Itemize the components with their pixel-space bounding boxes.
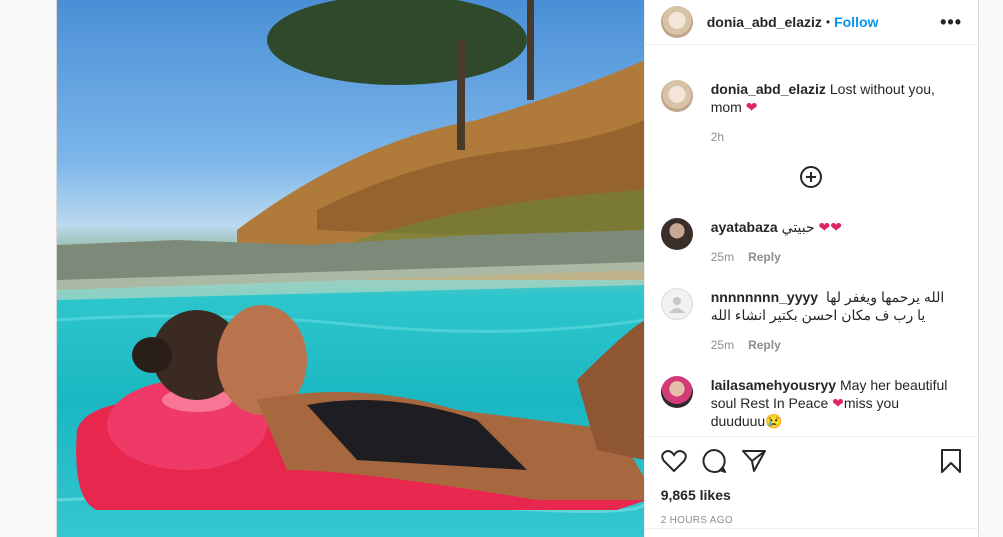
comment-username[interactable]: nnnnnnnn_yyyy (711, 289, 818, 305)
caption-avatar[interactable] (660, 80, 693, 112)
caption-body: donia_abd_elaziz Lost without you, mom ❤ … (711, 80, 951, 146)
post-card: donia_abd_elaziz • Follow ••• donia_abd_… (56, 0, 979, 537)
heart-emoji: ❤ (745, 99, 758, 115)
commenter-avatar[interactable] (660, 218, 693, 250)
comment-body: ayatabaza حبيتي ❤❤ 25m Reply (711, 218, 951, 266)
comments-list: donia_abd_elaziz Lost without you, mom ❤ … (645, 58, 978, 436)
comment-icon[interactable] (701, 448, 727, 474)
commenter-avatar[interactable] (660, 376, 693, 408)
post-photo[interactable] (57, 0, 644, 537)
comment-item: ayatabaza حبيتي ❤❤ 25m Reply (660, 218, 962, 266)
photo-illustration (57, 0, 644, 513)
comment-item: lailasamehyousryy May her beautiful soul … (660, 376, 962, 430)
share-icon[interactable] (741, 449, 767, 473)
post-actions: 9,865 likes 2 HOURS AGO (644, 436, 978, 526)
follow-button[interactable]: Follow (834, 14, 878, 30)
heart-outline-icon[interactable] (660, 449, 687, 473)
author-username[interactable]: donia_abd_elaziz (707, 14, 822, 30)
comment-username[interactable]: ayatabaza (711, 219, 778, 235)
comment-text: حبيتي (781, 219, 815, 235)
comment-body: lailasamehyousryy May her beautiful soul … (711, 376, 951, 430)
crying-emoji: 😢 (765, 413, 783, 429)
add-comment-bar (644, 528, 978, 537)
comment-meta: 25m Reply (711, 248, 951, 266)
more-icon[interactable]: ••• (940, 12, 962, 33)
default-avatar-icon (668, 297, 685, 313)
load-more-row (661, 146, 962, 206)
comment-body: nnnnnnnn_yyyy الله يرحمها ويغفر لها يا ر… (711, 288, 951, 354)
bookmark-icon[interactable] (940, 448, 962, 474)
plus-circle-icon[interactable] (800, 166, 823, 188)
caption-time[interactable]: 2h (711, 130, 724, 144)
post-header: donia_abd_elaziz • Follow ••• (644, 0, 978, 45)
comment-meta: 25m Reply (711, 336, 951, 354)
heart-emoji: ❤ (832, 395, 844, 411)
caption-meta: 2h (711, 128, 951, 146)
hearts-emoji: ❤❤ (818, 219, 843, 235)
comment-time[interactable]: 25m (711, 250, 734, 264)
caption-username[interactable]: donia_abd_elaziz (711, 81, 826, 97)
comment-username[interactable]: lailasamehyousryy (711, 377, 836, 393)
separator-dot: • (825, 15, 831, 29)
caption: donia_abd_elaziz Lost without you, mom ❤ … (660, 80, 962, 146)
post-side-panel: donia_abd_elaziz • Follow ••• donia_abd_… (643, 0, 978, 537)
author-avatar[interactable] (660, 6, 693, 38)
reply-button[interactable]: Reply (748, 338, 781, 352)
post-timestamp[interactable]: 2 HOURS AGO (661, 515, 962, 526)
reply-button[interactable]: Reply (748, 250, 781, 264)
comment-time[interactable]: 25m (711, 338, 734, 352)
comment-item: nnnnnnnn_yyyy الله يرحمها ويغفر لها يا ر… (660, 288, 962, 354)
likes-count[interactable]: 9,865 likes (661, 487, 962, 503)
action-icons (660, 445, 962, 477)
commenter-avatar[interactable] (660, 288, 693, 320)
